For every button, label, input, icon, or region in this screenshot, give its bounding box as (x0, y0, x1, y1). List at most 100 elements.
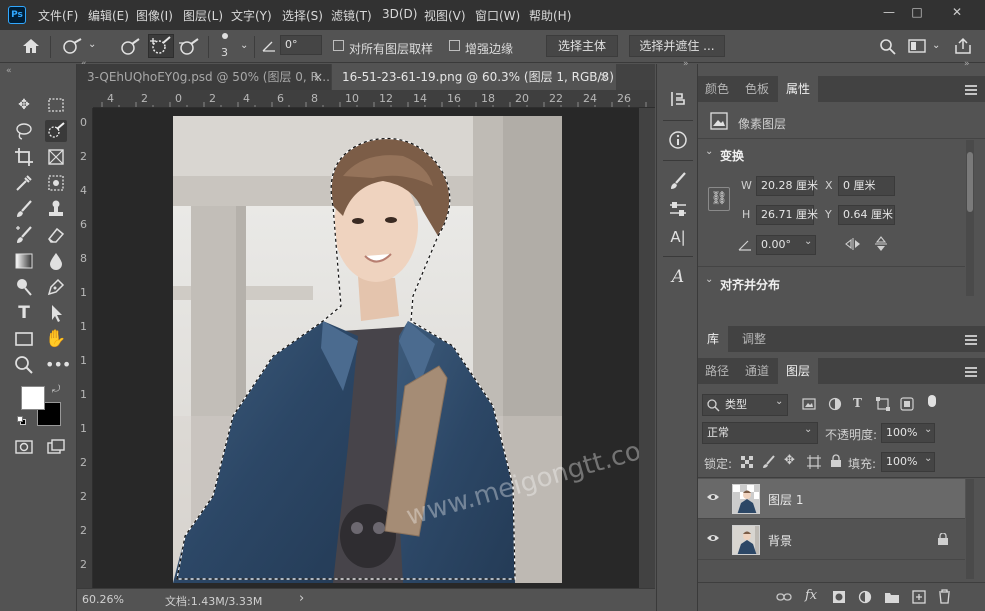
x-input[interactable]: 0 厘米 (838, 176, 895, 196)
path-selection-tool[interactable] (45, 302, 67, 324)
filter-pixel-icon[interactable] (802, 397, 816, 411)
sample-all-layers-label[interactable]: 对所有图层取样 (349, 40, 433, 57)
menu-file[interactable]: 文件(F) (38, 7, 78, 24)
healing-tool[interactable] (13, 224, 35, 246)
minimize-button[interactable]: — (874, 3, 904, 21)
foreground-color-swatch-front[interactable] (21, 386, 45, 410)
object-selection-tool[interactable] (45, 172, 67, 194)
transform-collapse-icon[interactable]: ⌄ (705, 146, 713, 157)
collapse-panel-icon[interactable]: » (964, 59, 970, 69)
visibility-eye-icon[interactable] (707, 492, 719, 505)
collapse-toolbar-icon[interactable]: « (6, 66, 12, 76)
zoom-level[interactable]: 60.26% (82, 593, 124, 606)
layer-row-layer-1[interactable]: 图层 1 (698, 479, 965, 519)
new-selection-brush-icon[interactable] (120, 38, 142, 56)
rotation-chevron-icon[interactable]: ⌄ (804, 236, 812, 247)
tab-document-2-close-icon[interactable]: × (599, 64, 609, 90)
status-menu-arrow-icon[interactable]: › (299, 591, 304, 606)
tab-properties[interactable]: 属性 (778, 76, 818, 102)
info-icon[interactable] (667, 129, 689, 151)
frame-tool[interactable] (45, 146, 67, 168)
type-tool-icon[interactable]: T (13, 302, 35, 324)
tab-color[interactable]: 颜色 (698, 76, 736, 102)
fill-chevron-icon[interactable]: ⌄ (924, 453, 932, 464)
tab-swatches[interactable]: 色板 (738, 76, 776, 102)
glyphs-icon[interactable]: A (667, 266, 689, 288)
link-dimensions-icon[interactable]: ⛓ (708, 187, 730, 211)
filter-chevron-icon[interactable]: ⌄ (775, 396, 783, 407)
canvas-vertical-scrollbar[interactable] (639, 108, 655, 588)
new-adjustment-layer-icon[interactable] (858, 590, 872, 604)
quick-selection-tool[interactable] (45, 120, 67, 142)
enhance-edge-checkbox[interactable] (449, 40, 460, 51)
rectangle-tool[interactable] (13, 328, 35, 350)
quick-select-preset-icon[interactable] (62, 38, 84, 56)
tab-channels[interactable]: 通道 (738, 358, 776, 384)
enhance-edge-label[interactable]: 增强边缘 (465, 40, 513, 57)
menu-image[interactable]: 图像(I) (136, 7, 173, 24)
character-icon[interactable]: A| (667, 226, 689, 248)
marquee-tool[interactable] (45, 94, 67, 116)
tab-document-1[interactable]: 3-QEhUQhoEY0g.psd @ 50% (图层 0, R... (77, 64, 331, 90)
tab-layers[interactable]: 图层 (778, 358, 818, 384)
select-and-mask-button[interactable]: 选择并遮住 ... (629, 35, 725, 57)
height-input[interactable]: 26.71 厘米 (756, 205, 818, 225)
new-group-icon[interactable] (884, 590, 900, 604)
maximize-button[interactable]: □ (902, 3, 932, 21)
lock-artboard-icon[interactable] (807, 455, 821, 469)
hand-tool-icon[interactable]: ✋ (45, 328, 67, 350)
menu-view[interactable]: 视图(V) (424, 7, 466, 24)
pen-tool[interactable] (45, 276, 67, 298)
menu-help[interactable]: 帮助(H) (529, 7, 571, 24)
eraser-tool[interactable] (45, 224, 67, 246)
more-tools-icon[interactable]: ••• (45, 354, 71, 376)
ruler-origin[interactable] (77, 90, 93, 108)
add-layer-style-icon[interactable]: fx (805, 588, 817, 603)
search-icon[interactable] (879, 38, 897, 56)
layer-1-name[interactable]: 图层 1 (768, 491, 803, 508)
flip-horizontal-icon[interactable] (844, 237, 862, 251)
angle-input[interactable]: 0° (280, 35, 322, 55)
vertical-ruler[interactable]: 0 2 4 6 8 1 1 1 1 1 2 2 2 2 (77, 108, 93, 588)
brush-tool[interactable] (13, 198, 35, 220)
link-layers-icon[interactable] (776, 591, 792, 603)
horizontal-ruler[interactable]: 4 2 0 2 4 6 8 10 12 14 16 18 20 22 24 26 (93, 90, 655, 108)
screen-mode-tool[interactable] (45, 436, 67, 458)
eyedropper-tool[interactable] (13, 172, 35, 194)
workspace-chevron-icon[interactable]: ⌄ (932, 40, 940, 51)
filter-smart-object-icon[interactable] (900, 397, 914, 411)
brush-settings-icon[interactable] (667, 170, 689, 192)
gradient-tool[interactable] (13, 250, 35, 272)
transform-title[interactable]: 变换 (720, 147, 744, 164)
delete-layer-icon[interactable] (938, 589, 951, 604)
select-subject-button[interactable]: 选择主体 (546, 35, 618, 57)
add-mask-icon[interactable] (832, 590, 846, 604)
menu-window[interactable]: 窗口(W) (475, 7, 520, 24)
brushes-icon[interactable] (667, 198, 689, 220)
width-input[interactable]: 20.28 厘米 (756, 176, 818, 196)
tab-document-2[interactable]: 16-51-23-61-19.png @ 60.3% (图层 1, RGB/8)… (332, 64, 616, 90)
brush-size-chevron-icon[interactable]: ⌄ (240, 40, 248, 51)
lock-position-icon[interactable]: ✥ (784, 453, 795, 468)
layers-scrollbar-track[interactable] (966, 479, 974, 579)
lock-all-icon[interactable] (830, 454, 842, 468)
layers-panel-menu-icon[interactable] (965, 367, 977, 377)
brush-size-value[interactable]: 3 (221, 46, 228, 59)
dodge-tool[interactable] (13, 276, 35, 298)
new-layer-icon[interactable] (912, 590, 926, 604)
visibility-eye-icon[interactable] (707, 533, 719, 546)
stamp-tool[interactable] (45, 198, 67, 220)
document-image[interactable] (173, 116, 562, 583)
background-layer-name[interactable]: 背景 (768, 532, 792, 549)
align-collapse-icon[interactable]: ⌄ (705, 274, 713, 285)
tab-paths[interactable]: 路径 (698, 358, 736, 384)
tab-document-1-close-icon[interactable]: × (313, 64, 323, 90)
menu-select[interactable]: 选择(S) (282, 7, 323, 24)
menu-layer[interactable]: 图层(L) (183, 7, 223, 24)
expand-panels-icon[interactable]: » (683, 59, 689, 69)
properties-scrollbar-track[interactable] (966, 140, 974, 296)
share-icon[interactable] (954, 37, 972, 55)
menu-edit[interactable]: 编辑(E) (88, 7, 129, 24)
menu-filter[interactable]: 滤镜(T) (331, 7, 372, 24)
y-input[interactable]: 0.64 厘米 (838, 205, 895, 225)
